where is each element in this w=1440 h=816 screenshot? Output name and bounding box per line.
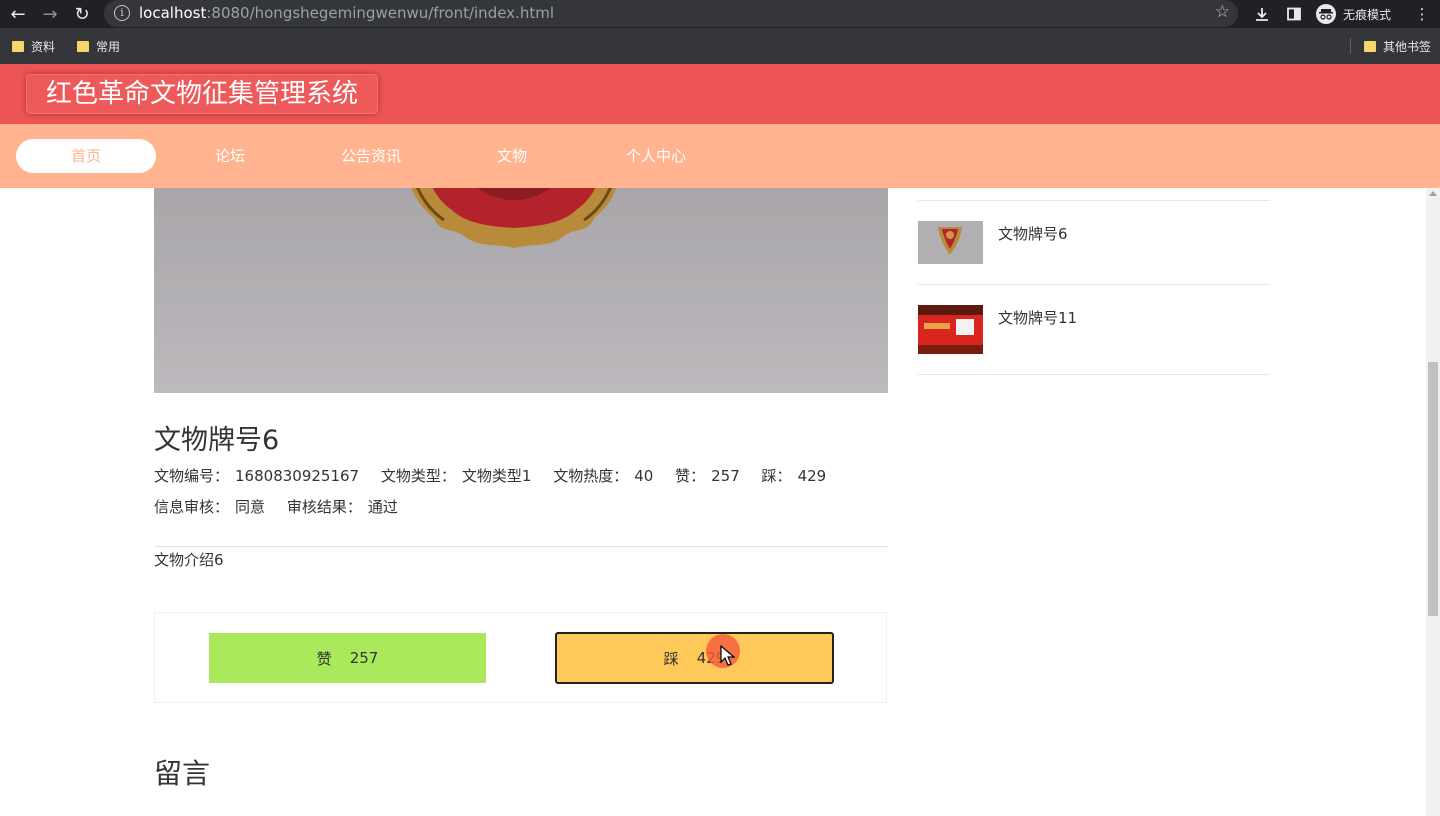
divider <box>154 546 888 547</box>
bookmark-star-icon[interactable]: ☆ <box>1215 2 1230 22</box>
more-menu-icon[interactable]: ⋮ <box>1411 3 1433 25</box>
like-label: 赞： <box>675 467 706 485</box>
sidebar-item-label: 文物牌号6 <box>998 225 1068 243</box>
nav-home[interactable]: 首页 <box>16 139 156 173</box>
nav-news[interactable]: 公告资讯 <box>301 139 441 173</box>
bookmarks-bar: 资料 常用 其他书签 <box>0 28 1440 64</box>
site-title: 红色革命文物征集管理系统 <box>26 74 379 114</box>
site-info-icon[interactable]: i <box>114 5 130 21</box>
other-bookmarks[interactable]: 其他书签 <box>1364 38 1431 55</box>
code-value: 1680830925167 <box>235 467 360 485</box>
sidebar-divider <box>918 374 1270 375</box>
audit-value: 同意 <box>235 498 266 516</box>
bookmark-folder-1[interactable]: 资料 <box>12 38 55 55</box>
code-label: 文物编号： <box>154 467 230 485</box>
bookmark-separator <box>1350 38 1351 54</box>
forward-arrow-icon[interactable]: → <box>38 2 62 26</box>
vote-panel: 赞 257 踩 429 <box>154 612 887 703</box>
result-value: 通过 <box>367 498 398 516</box>
side-panel-icon[interactable] <box>1283 3 1305 25</box>
bookmark-label: 其他书签 <box>1383 40 1432 54</box>
dislike-button-label: 踩 <box>663 649 679 668</box>
folder-icon <box>12 41 24 52</box>
heat-value: 40 <box>634 467 654 485</box>
relic-name: 文物牌号6 <box>154 425 280 456</box>
relic-photo <box>154 188 888 393</box>
site-header: 红色革命文物征集管理系统 <box>0 64 1440 124</box>
incognito-label: 无痕模式 <box>1343 7 1392 22</box>
dislike-value: 429 <box>797 467 827 485</box>
sidebar-item-relic-11[interactable]: 文物牌号11 <box>918 305 1270 389</box>
scrollbar-thumb[interactable] <box>1428 362 1438 616</box>
bookmark-label: 资料 <box>31 40 56 54</box>
like-value: 257 <box>711 467 740 485</box>
like-button-count: 257 <box>349 649 379 667</box>
back-arrow-icon[interactable]: ← <box>6 2 30 26</box>
type-label: 文物类型： <box>380 467 456 485</box>
badge-image <box>411 188 617 248</box>
sidebar-item-relic-6[interactable]: 文物牌号6 <box>918 221 1270 305</box>
dislike-button[interactable]: 踩 429 <box>555 632 834 684</box>
comments-title: 留言 <box>154 757 211 790</box>
incognito-indicator[interactable]: 无痕模式 <box>1316 3 1391 25</box>
page-scrollbar[interactable] <box>1426 188 1440 816</box>
result-label: 审核结果： <box>286 498 362 516</box>
audit-label: 信息审核： <box>154 498 230 516</box>
dislike-label: 踩： <box>761 467 792 485</box>
download-icon[interactable] <box>1251 3 1273 25</box>
nav-forum[interactable]: 论坛 <box>160 139 300 173</box>
relic-intro: 文物介绍6 <box>154 551 224 569</box>
like-button[interactable]: 赞 257 <box>209 633 486 683</box>
relic-meta-line-1: 文物编号： 1680830925167 文物类型： 文物类型1 文物热度： 40 赞：… <box>154 465 843 486</box>
main-nav: 首页 论坛 公告资讯 文物 个人中心 <box>0 124 1440 188</box>
bookmark-label: 常用 <box>96 40 121 54</box>
sidebar-item-label: 文物牌号11 <box>998 309 1078 327</box>
incognito-icon <box>1316 4 1336 24</box>
url-text: localhost:8080/hongshegemingwenwu/front/… <box>139 4 554 22</box>
sidebar-divider <box>918 284 1270 285</box>
scroll-up-icon[interactable] <box>1429 191 1437 196</box>
address-bar[interactable]: i localhost:8080/hongshegemingwenwu/fron… <box>104 0 1238 27</box>
heat-label: 文物热度： <box>553 467 629 485</box>
browser-toolbar: ← → ↻ i localhost:8080/hongshegemingwenw… <box>0 0 1440 28</box>
sidebar-thumbnail <box>918 305 983 354</box>
type-value: 文物类型1 <box>461 467 532 485</box>
relic-meta-line-2: 信息审核： 同意 审核结果： 通过 <box>154 496 415 517</box>
folder-icon <box>1364 41 1376 52</box>
like-button-label: 赞 <box>316 649 332 668</box>
bookmark-folder-2[interactable]: 常用 <box>77 38 120 55</box>
sidebar-thumbnail <box>918 221 983 264</box>
nav-relics[interactable]: 文物 <box>442 139 582 173</box>
folder-icon <box>77 41 89 52</box>
nav-profile[interactable]: 个人中心 <box>586 139 726 173</box>
mouse-pointer-icon <box>720 645 736 666</box>
reload-icon[interactable]: ↻ <box>70 2 94 26</box>
sidebar-divider <box>918 200 1270 201</box>
